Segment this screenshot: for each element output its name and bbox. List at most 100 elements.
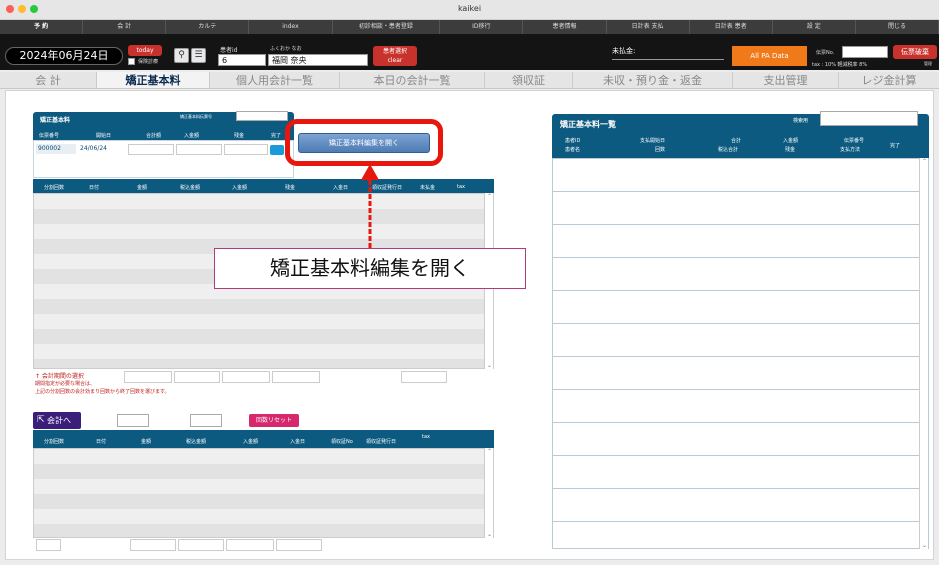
sum-taxinc-box [174,371,220,383]
menu-reservation[interactable]: 予 約 [0,20,84,34]
from-count-field[interactable] [117,414,149,427]
accounting-scrollbar[interactable]: ⌃ ⌄ [484,448,493,538]
acc-sum-amount-box [130,539,176,551]
scroll-up-icon[interactable]: ⌃ [485,448,494,455]
admin-label: 管理 [924,61,932,66]
tax-info: tax : 10% 軽減税率 8% [812,62,868,68]
window-title: kaikei [457,4,482,13]
list-col-patient-name: 患者名 [565,147,581,153]
date-display[interactable]: 2024年06月24日 [5,47,123,65]
tab-receipt[interactable]: 領収証 [485,72,573,88]
acc-col-date: 日付 [96,439,107,445]
basic-fee-col-slip: 伝票番号 [39,133,60,139]
basic-fee-slip-field[interactable] [236,111,288,121]
unpaid-label: 未払金: [612,47,636,55]
menu-chart[interactable]: カルテ [166,20,250,34]
basic-fee-col-paid: 入金額 [184,133,200,139]
tab-register-calc[interactable]: レジ金計算 [839,72,939,88]
patient-kana-label: ふくおか なお [270,46,302,52]
list-col-total: 合計 [731,138,742,144]
open-basic-fee-edit-button[interactable]: 矯正基本料編集を開く [298,133,430,153]
tab-personal-list[interactable]: 個人用会計一覧 [210,72,340,88]
inst-col-count: 分割回数 [44,185,65,191]
tab-expense[interactable]: 支出管理 [733,72,839,88]
acc-col-paid: 入金額 [243,439,259,445]
annotation-arrow-icon [361,164,379,248]
list-col-balance: 残金 [785,147,796,153]
inst-col-paid: 入金額 [232,185,248,191]
menu-daily-payment[interactable]: 日計表 支払 [607,20,690,34]
slip-discard-button[interactable]: 伝票破棄 [893,45,937,59]
accounting-rows[interactable] [33,448,494,538]
inst-col-date: 日付 [89,185,100,191]
insurance-checkbox[interactable] [128,58,135,65]
slip-no-label: 伝票No. [816,50,835,56]
scroll-up-icon[interactable]: ⌃ [485,193,494,200]
patient-name-field[interactable]: 福岡 奈央 [268,54,368,66]
menu-settings[interactable]: 設 定 [773,20,856,34]
basic-fee-col-done: 完了 [271,133,282,139]
arrow-up-left-icon: ⇱ [37,415,45,425]
search-icon[interactable]: ⚲ [174,48,189,63]
list-col-pay-method: 支払方法 [840,147,861,153]
list-col-patient-id: 患者ID [565,138,581,144]
acc-col-receipt-date: 領収証発行日 [366,439,397,445]
acc-col-paydate: 入金日 [290,439,306,445]
acc-col-receipt-no: 領収証No [331,439,353,445]
list-icon[interactable]: ☰ [191,48,206,63]
basic-fee-complete-toggle[interactable] [270,145,284,155]
menu-daily-patient[interactable]: 日計表 患者 [690,20,773,34]
tab-basic-fee[interactable]: 矯正基本料 [97,72,210,88]
basic-fee-start-date[interactable]: 24/06/24 [80,144,126,154]
scroll-up-icon[interactable]: ⌃ [920,158,929,165]
sum-balance-box [272,371,320,383]
menu-close[interactable]: 閉じる [856,20,939,34]
sum-unpaid-box [401,371,447,383]
tab-uncollected[interactable]: 未収・預り金・返金 [573,72,733,88]
basic-fee-slip-no[interactable]: 900002 [36,144,76,154]
acc-col-amount: 金額 [141,439,152,445]
to-count-suffix: 回目 [224,420,237,427]
list-panel-rows[interactable] [552,158,929,549]
insurance-label: 保険診療 [138,59,159,65]
period-note-title: ↑ 会計期間の選択 [35,373,84,380]
menu-id-migrate[interactable]: ID移行 [440,20,524,34]
acc-sum-taxinc-box [178,539,224,551]
patient-id-field[interactable]: 6 [218,54,266,66]
scroll-down-icon[interactable]: ⌄ [920,542,929,549]
inst-col-unpaid: 未払金 [420,185,436,191]
list-search-field[interactable] [820,111,918,126]
basic-fee-balance-cell [224,144,268,155]
menu-patient-info[interactable]: 患者情報 [523,20,607,34]
to-accounting-button[interactable]: ⇱ 会計へ [33,412,81,429]
list-col-complete: 完了 [890,143,901,149]
annotation-callout: 矯正基本料編集を開く [214,248,526,289]
basic-fee-title: 矯正基本料 [40,117,71,124]
acc-sum-count-box [36,539,61,551]
menu-first-consult[interactable]: 初診相談・患者登録 [333,20,441,34]
menu-index[interactable]: index [249,20,333,34]
slip-no-field[interactable] [842,46,888,58]
menu-accounting[interactable]: 会 計 [83,20,167,34]
inst-col-tax: tax [457,184,465,190]
all-pa-data-button[interactable]: All PA Data [732,46,807,66]
inst-col-taxinc: 税込金額 [180,185,201,191]
today-button[interactable]: today [128,45,162,56]
to-count-field[interactable] [190,414,222,427]
sum-amount-box [124,371,172,383]
acc-col-taxinc: 税込金額 [186,439,207,445]
scroll-down-icon[interactable]: ⌄ [485,362,494,369]
inst-col-amount: 金額 [137,185,148,191]
list-panel-scrollbar[interactable]: ⌃ ⌄ [919,158,928,549]
reset-count-button[interactable]: 回数リセット [249,414,299,427]
tab-today-list[interactable]: 本日の会計一覧 [340,72,485,88]
tab-accounting[interactable]: 会 計 [0,72,97,88]
to-accounting-label: 会計へ [47,416,71,425]
list-col-paid: 入金額 [783,138,799,144]
from-count-suffix: 回目 [151,420,164,427]
patient-select-clear-button[interactable]: 患者選択 clear [373,46,417,66]
basic-fee-paid-cell [176,144,222,155]
patient-id-label: 患者id [220,47,238,54]
scroll-down-icon[interactable]: ⌄ [485,531,494,538]
acc-sum-paid-box [226,539,274,551]
